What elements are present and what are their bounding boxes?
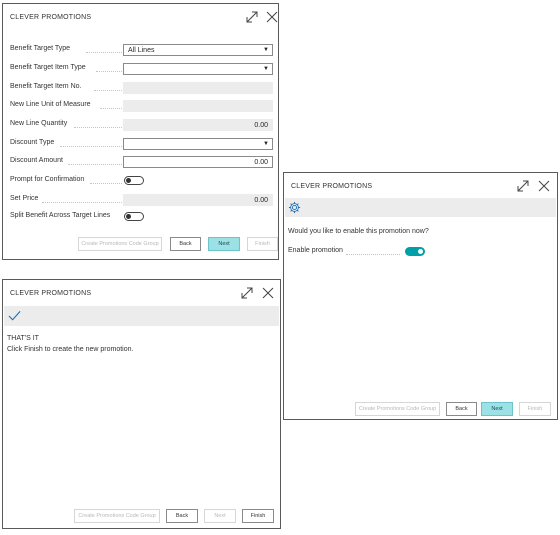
- benefit-target-item-no-field: [123, 82, 273, 94]
- next-button[interactable]: Next: [204, 509, 236, 523]
- enable-promotion-toggle[interactable]: [405, 247, 425, 256]
- discount-amount-input[interactable]: 0.00: [123, 156, 273, 168]
- checkmark-icon: [8, 310, 21, 321]
- field-new-line-quantity: New Line Quantity 0.00: [10, 119, 275, 131]
- next-button[interactable]: Next: [481, 402, 513, 416]
- create-promotions-code-group-button[interactable]: Create Promotions Code Group: [355, 402, 440, 416]
- field-set-price: Set Price 0.00: [10, 194, 275, 206]
- promotion-benefit-dialog: CLEVER PROMOTIONS Benefit Target Type Al…: [2, 3, 279, 260]
- completion-message: Click Finish to create the new promotion…: [7, 346, 134, 353]
- dialog-title: CLEVER PROMOTIONS: [10, 14, 92, 21]
- set-price-field: 0.00: [123, 194, 273, 206]
- close-icon[interactable]: [261, 286, 275, 300]
- step-header-band: [4, 306, 279, 326]
- field-label: Benefit Target Item Type: [10, 64, 86, 71]
- dropdown-arrow-icon: ▼: [263, 141, 269, 147]
- finish-button[interactable]: Finish: [247, 237, 278, 251]
- leader-dots: [94, 90, 122, 91]
- finish-button[interactable]: Finish: [519, 402, 551, 416]
- benefit-target-type-select[interactable]: All Lines ▼: [123, 44, 273, 56]
- expand-icon[interactable]: [245, 10, 259, 24]
- next-button[interactable]: Next: [208, 237, 240, 251]
- dialog-title: CLEVER PROMOTIONS: [291, 183, 373, 190]
- leader-dots: [96, 71, 122, 72]
- leader-dots: [100, 108, 122, 109]
- field-prompt-for-confirmation: Prompt for Confirmation: [10, 175, 275, 187]
- leader-dots: [346, 254, 400, 255]
- leader-dots: [68, 164, 122, 165]
- field-label: Discount Amount: [10, 157, 63, 164]
- close-icon[interactable]: [265, 10, 279, 24]
- leader-dots: [74, 127, 122, 128]
- discount-type-select[interactable]: ▼: [123, 138, 273, 150]
- new-line-quantity-field: 0.00: [123, 119, 273, 131]
- back-button[interactable]: Back: [170, 237, 201, 251]
- leader-dots: [42, 202, 122, 203]
- dropdown-arrow-icon: ▼: [263, 66, 269, 72]
- leader-dots: [86, 52, 122, 53]
- back-button[interactable]: Back: [446, 402, 477, 416]
- expand-icon[interactable]: [240, 286, 254, 300]
- gear-icon: [288, 201, 301, 214]
- toggle-knob: [126, 214, 131, 219]
- finish-dialog: CLEVER PROMOTIONS THAT'S IT Click Finish…: [2, 279, 281, 529]
- field-benefit-target-item-no: Benefit Target Item No.: [10, 82, 275, 94]
- completion-heading: THAT'S IT: [7, 335, 39, 342]
- field-label: New Line Unit of Measure: [10, 101, 91, 108]
- leader-dots: [60, 146, 122, 147]
- benefit-target-item-type-select[interactable]: ▼: [123, 63, 273, 75]
- field-split-benefit: Split Benefit Across Target Lines: [10, 211, 275, 223]
- finish-button[interactable]: Finish: [242, 509, 274, 523]
- toggle-knob: [126, 178, 131, 183]
- field-label: Prompt for Confirmation: [10, 176, 85, 183]
- field-label: New Line Quantity: [10, 120, 68, 127]
- dropdown-arrow-icon: ▼: [263, 47, 269, 53]
- split-benefit-toggle[interactable]: [124, 212, 144, 221]
- back-button[interactable]: Back: [166, 509, 198, 523]
- field-label: Discount Type: [10, 139, 55, 146]
- field-benefit-target-type: Benefit Target Type All Lines ▼: [10, 44, 275, 56]
- field-discount-amount: Discount Amount 0.00: [10, 156, 275, 168]
- step-header-band: [285, 198, 556, 217]
- field-label: Enable promotion: [288, 247, 343, 254]
- dialog-title: CLEVER PROMOTIONS: [10, 290, 92, 297]
- field-label: Split Benefit Across Target Lines: [10, 212, 111, 219]
- leader-dots: [90, 183, 122, 184]
- prompt-for-confirmation-toggle[interactable]: [124, 176, 144, 185]
- new-line-unit-of-measure-field: [123, 100, 273, 112]
- expand-icon[interactable]: [516, 179, 530, 193]
- field-label: Benefit Target Item No.: [10, 83, 82, 90]
- enable-promotion-dialog: CLEVER PROMOTIONS Would you like to enab…: [283, 172, 558, 420]
- field-label: Benefit Target Type: [10, 45, 71, 52]
- field-label: Set Price: [10, 195, 39, 202]
- field-enable-promotion: Enable promotion: [288, 246, 438, 258]
- toggle-knob: [418, 249, 423, 254]
- select-value: All Lines: [128, 47, 155, 54]
- create-promotions-code-group-button[interactable]: Create Promotions Code Group: [74, 509, 160, 523]
- close-icon[interactable]: [537, 179, 551, 193]
- create-promotions-code-group-button[interactable]: Create Promotions Code Group: [78, 237, 162, 251]
- field-discount-type: Discount Type ▼: [10, 138, 275, 150]
- field-benefit-target-item-type: Benefit Target Item Type ▼: [10, 63, 275, 75]
- field-new-line-unit-of-measure: New Line Unit of Measure: [10, 100, 275, 112]
- enable-question: Would you like to enable this promotion …: [288, 228, 429, 235]
